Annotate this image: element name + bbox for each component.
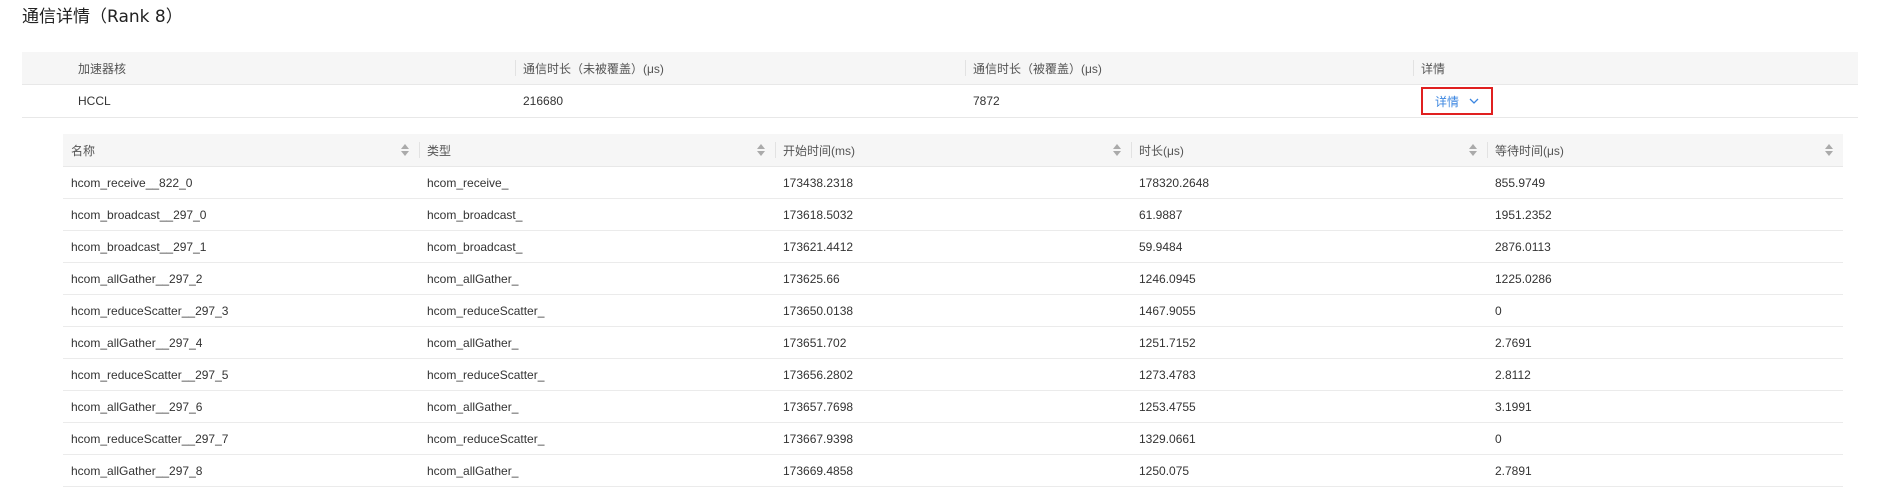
cell-type: hcom_broadcast_ — [427, 239, 523, 254]
cell-name: hcom_broadcast__297_1 — [71, 239, 207, 254]
cell-wait-time: 2.7891 — [1495, 463, 1532, 478]
cell-type: hcom_allGather_ — [427, 271, 519, 286]
uncovered-duration-value: 216680 — [523, 94, 564, 108]
cell-duration: 1329.0661 — [1139, 431, 1196, 446]
cell-duration: 1253.4755 — [1139, 399, 1196, 414]
cell-duration: 1250.075 — [1139, 463, 1190, 478]
cell-wait-time: 2876.0113 — [1495, 239, 1551, 254]
chevron-down-icon — [1469, 98, 1479, 104]
cell-start-time: 173657.7698 — [783, 399, 854, 414]
sort-icon[interactable] — [1825, 144, 1833, 156]
cell-start-time: 173438.2318 — [783, 175, 854, 190]
cell-start-time: 173667.9398 — [783, 431, 854, 446]
column-header-type-label: 类型 — [427, 143, 452, 158]
table-row: hcom_reduceScatter__297_5 hcom_reduceSca… — [63, 359, 1843, 391]
cell-name: hcom_receive__822_0 — [71, 175, 193, 190]
cell-wait-time: 3.1991 — [1495, 399, 1532, 414]
cell-type: hcom_allGather_ — [427, 335, 519, 350]
table-row: hcom_allGather__297_4 hcom_allGather_ 17… — [63, 327, 1843, 359]
cell-name: hcom_reduceScatter__297_7 — [71, 431, 229, 446]
communication-detail-table: 名称 类型 开始时间(ms) 时长(μs) 等待时间(μs) hcom_rece… — [63, 134, 1843, 487]
column-header-type[interactable]: 类型 — [419, 134, 775, 166]
column-header-uncovered-duration: 通信时长（未被覆盖）(μs) — [514, 52, 964, 84]
cell-duration: 1467.9055 — [1139, 303, 1196, 318]
column-header-accelerator-core: 加速器核 — [78, 61, 127, 76]
cell-duration: 61.9887 — [1139, 207, 1183, 222]
sort-icon[interactable] — [1113, 144, 1121, 156]
cell-duration: 1251.7152 — [1139, 335, 1196, 350]
cell-wait-time: 0 — [1495, 431, 1502, 446]
column-header-covered-duration: 通信时长（被覆盖）(μs) — [964, 52, 1412, 84]
column-header-name-label: 名称 — [71, 143, 96, 158]
table-row: hcom_broadcast__297_0 hcom_broadcast_ 17… — [63, 199, 1843, 231]
cell-duration: 1246.0945 — [1139, 271, 1196, 286]
detail-table-header: 名称 类型 开始时间(ms) 时长(μs) 等待时间(μs) — [63, 134, 1843, 167]
column-header-wait-time[interactable]: 等待时间(μs) — [1487, 134, 1843, 166]
accelerator-core-value: HCCL — [78, 94, 111, 108]
cell-type: hcom_reduceScatter_ — [427, 431, 545, 446]
table-row: hcom_allGather__297_6 hcom_allGather_ 17… — [63, 391, 1843, 423]
sort-icon[interactable] — [401, 144, 409, 156]
table-row: hcom_allGather__297_8 hcom_allGather_ 17… — [63, 455, 1843, 487]
details-toggle-label: 详情 — [1435, 94, 1460, 109]
summary-table-header: 加速器核 通信时长（未被覆盖）(μs) 通信时长（被覆盖）(μs) 详情 — [22, 52, 1858, 85]
cell-duration: 1273.4783 — [1139, 367, 1196, 382]
cell-name: hcom_reduceScatter__297_5 — [71, 367, 229, 382]
summary-table-row: HCCL 216680 7872 详情 — [22, 85, 1858, 118]
cell-type: hcom_reduceScatter_ — [427, 303, 545, 318]
details-cell: 详情 — [1412, 85, 1858, 117]
cell-name: hcom_broadcast__297_0 — [71, 207, 207, 222]
cell-start-time: 173669.4858 — [783, 463, 854, 478]
cell-wait-time: 855.9749 — [1495, 175, 1546, 190]
covered-duration-value: 7872 — [973, 94, 1000, 108]
cell-wait-time: 1225.0286 — [1495, 271, 1552, 286]
cell-type: hcom_allGather_ — [427, 399, 519, 414]
sort-icon[interactable] — [757, 144, 765, 156]
cell-wait-time: 2.7691 — [1495, 335, 1532, 350]
column-header-name[interactable]: 名称 — [63, 134, 419, 166]
table-row: hcom_reduceScatter__297_3 hcom_reduceSca… — [63, 295, 1843, 327]
cell-type: hcom_reduceScatter_ — [427, 367, 545, 382]
cell-name: hcom_allGather__297_2 — [71, 271, 203, 286]
cell-type: hcom_receive_ — [427, 175, 509, 190]
cell-name: hcom_allGather__297_4 — [71, 335, 203, 350]
column-header-start-time-label: 开始时间(ms) — [783, 143, 855, 158]
cell-name: hcom_allGather__297_6 — [71, 399, 203, 414]
details-toggle-button[interactable]: 详情 — [1421, 87, 1494, 115]
cell-duration: 59.9484 — [1139, 239, 1183, 254]
cell-type: hcom_allGather_ — [427, 463, 519, 478]
cell-start-time: 173621.4412 — [783, 239, 854, 254]
cell-wait-time: 0 — [1495, 303, 1502, 318]
communication-summary-table: 加速器核 通信时长（未被覆盖）(μs) 通信时长（被覆盖）(μs) 详情 HCC… — [22, 52, 1858, 118]
cell-start-time: 173656.2802 — [783, 367, 854, 382]
cell-type: hcom_broadcast_ — [427, 207, 523, 222]
cell-start-time: 173650.0138 — [783, 303, 854, 318]
cell-name: hcom_reduceScatter__297_3 — [71, 303, 229, 318]
table-row: hcom_allGather__297_2 hcom_allGather_ 17… — [63, 263, 1843, 295]
cell-start-time: 173625.66 — [783, 271, 840, 286]
table-row: hcom_receive__822_0 hcom_receive_ 173438… — [63, 167, 1843, 199]
table-row: hcom_broadcast__297_1 hcom_broadcast_ 17… — [63, 231, 1843, 263]
cell-wait-time: 2.8112 — [1495, 367, 1531, 382]
sort-icon[interactable] — [1469, 144, 1477, 156]
cell-name: hcom_allGather__297_8 — [71, 463, 203, 478]
cell-duration: 178320.2648 — [1139, 175, 1210, 190]
column-header-duration[interactable]: 时长(μs) — [1131, 134, 1487, 166]
cell-wait-time: 1951.2352 — [1495, 207, 1552, 222]
page-title: 通信详情（Rank 8） — [22, 7, 183, 27]
column-header-details: 详情 — [1412, 52, 1858, 84]
column-header-start-time[interactable]: 开始时间(ms) — [775, 134, 1131, 166]
table-row: hcom_reduceScatter__297_7 hcom_reduceSca… — [63, 423, 1843, 455]
column-header-wait-time-label: 等待时间(μs) — [1495, 143, 1564, 158]
cell-start-time: 173618.5032 — [783, 207, 854, 222]
column-header-duration-label: 时长(μs) — [1139, 143, 1184, 158]
cell-start-time: 173651.702 — [783, 335, 847, 350]
